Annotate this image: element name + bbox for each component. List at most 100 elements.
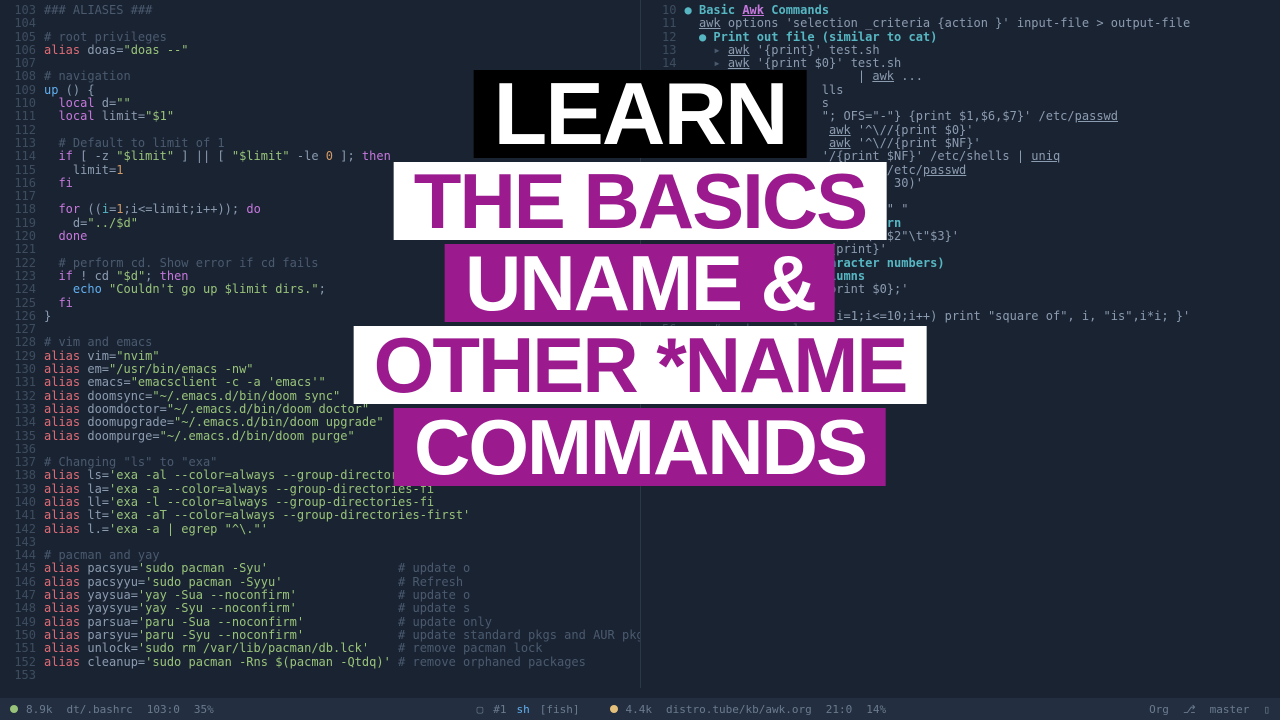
- code-content: ● Basic Awk Commands: [685, 4, 1273, 17]
- code-line[interactable]: 153: [8, 669, 632, 682]
- shell-indicator: [fish]: [540, 703, 580, 716]
- line-number: 11: [649, 17, 677, 30]
- line-number: 104: [8, 17, 36, 30]
- code-content: [44, 669, 632, 682]
- line-number: 123: [8, 270, 36, 283]
- code-line[interactable]: 11 awk options 'selection _criteria {act…: [649, 17, 1273, 30]
- file-size-right: 4.4k: [626, 703, 653, 716]
- code-line[interactable]: 104: [8, 17, 632, 30]
- code-content: # root privileges: [44, 31, 632, 44]
- line-number: 132: [8, 390, 36, 403]
- line-number: 144: [8, 549, 36, 562]
- line-number: 143: [8, 536, 36, 549]
- cursor-pos-left: 103:0: [147, 703, 180, 716]
- line-number: 116: [8, 177, 36, 190]
- file-path-left: dt/.bashrc: [67, 703, 133, 716]
- line-number: 127: [8, 323, 36, 336]
- line-number: 103: [8, 4, 36, 17]
- code-line[interactable]: 145alias pacsyu='sudo pacman -Syu' # upd…: [8, 562, 632, 575]
- line-number: 129: [8, 350, 36, 363]
- code-content: awk options 'selection _criteria {action…: [685, 17, 1273, 30]
- line-number: 108: [8, 70, 36, 83]
- code-content: ● Print out file (similar to cat): [685, 31, 1273, 44]
- folder-num: #1: [493, 703, 506, 716]
- code-line[interactable]: 12 ● Print out file (similar to cat): [649, 31, 1273, 44]
- code-line[interactable]: 106alias doas="doas --": [8, 44, 632, 57]
- line-number: 109: [8, 84, 36, 97]
- line-number: 118: [8, 203, 36, 216]
- code-line[interactable]: 147 alias yaysua='yay -Sua --noconfirm' #…: [8, 589, 632, 602]
- code-content: [44, 17, 632, 30]
- line-number: 135: [8, 430, 36, 443]
- line-number: 138: [8, 469, 36, 482]
- code-content: alias yaysyu='yay -Syu --noconfirm' # up…: [44, 602, 632, 615]
- line-number: 149: [8, 616, 36, 629]
- status-indicator-left: [10, 705, 18, 713]
- folder-icon: ▢: [477, 703, 484, 716]
- line-number: 139: [8, 483, 36, 496]
- line-number: 130: [8, 363, 36, 376]
- line-number: 13: [649, 44, 677, 57]
- code-line[interactable]: 141alias lt='exa -aT --color=always --gr…: [8, 509, 632, 522]
- code-line[interactable]: 143: [8, 536, 632, 549]
- line-number: 148: [8, 602, 36, 615]
- code-line[interactable]: 140 alias ll='exa -l --color=always --gro…: [8, 496, 632, 509]
- overlay-line-5: COMMANDS: [394, 408, 886, 486]
- line-number: 126: [8, 310, 36, 323]
- code-line[interactable]: 152alias cleanup='sudo pacman -Rns $(pac…: [8, 656, 632, 669]
- line-number: 133: [8, 403, 36, 416]
- code-line[interactable]: 151alias unlock='sudo rm /var/lib/pacman…: [8, 642, 632, 655]
- line-number: 119: [8, 217, 36, 230]
- code-line[interactable]: 13 ▸ awk '{print}' test.sh: [649, 44, 1273, 57]
- code-content: alias parsua='paru -Sua --noconfirm' # u…: [44, 616, 632, 629]
- code-line[interactable]: 105 # root privileges: [8, 31, 632, 44]
- code-content: ### ALIASES ###: [44, 4, 632, 17]
- bookmark-icon: ▯: [1263, 703, 1270, 716]
- code-content: alias parsyu='paru -Syu --noconfirm' # u…: [44, 629, 641, 642]
- line-number: 137: [8, 456, 36, 469]
- line-number: 153: [8, 669, 36, 682]
- code-content: alias ll='exa -l --color=always --group-…: [44, 496, 632, 509]
- code-line[interactable]: 142alias l.='exa -a | egrep "^\."': [8, 523, 632, 536]
- line-number: 105: [8, 31, 36, 44]
- line-number: 115: [8, 164, 36, 177]
- code-line[interactable]: 103 ### ALIASES ###: [8, 4, 632, 17]
- line-number: 10: [649, 4, 677, 17]
- line-number: 141: [8, 509, 36, 522]
- line-number: 117: [8, 190, 36, 203]
- code-line[interactable]: 10 ● Basic Awk Commands: [649, 4, 1273, 17]
- line-number: 136: [8, 443, 36, 456]
- line-number: 125: [8, 297, 36, 310]
- code-content: alias cleanup='sudo pacman -Rns $(pacman…: [44, 656, 632, 669]
- code-line[interactable]: 148 alias yaysyu='yay -Syu --noconfirm' #…: [8, 602, 632, 615]
- overlay-line-2: THE BASICS: [394, 162, 886, 240]
- scroll-pct-right: 14%: [866, 703, 886, 716]
- title-overlay: LEARN THE BASICS UNAME & OTHER *NAME COM…: [354, 70, 927, 486]
- code-line[interactable]: 144 # pacman and yay: [8, 549, 632, 562]
- line-number: 150: [8, 629, 36, 642]
- code-content: alias pacsyyu='sudo pacman -Syyu' # Refr…: [44, 576, 632, 589]
- branch-icon: ⎇: [1183, 703, 1196, 716]
- branch-name: master: [1210, 703, 1250, 716]
- file-path-right: distro.tube/kb/awk.org: [666, 703, 812, 716]
- code-content: # pacman and yay: [44, 549, 632, 562]
- cursor-pos-right: 21:0: [826, 703, 853, 716]
- statusbar: 8.9k dt/.bashrc 103:0 35% ▢ #1 sh [fish]…: [0, 698, 1280, 720]
- line-number: 140: [8, 496, 36, 509]
- line-number: 147: [8, 589, 36, 602]
- line-number: 121: [8, 243, 36, 256]
- line-number: 111: [8, 110, 36, 123]
- line-number: 106: [8, 44, 36, 57]
- code-line[interactable]: 150alias parsyu='paru -Syu --noconfirm' …: [8, 629, 632, 642]
- code-line[interactable]: 146 alias pacsyyu='sudo pacman -Syyu' # R…: [8, 576, 632, 589]
- line-number: 110: [8, 97, 36, 110]
- code-content: alias unlock='sudo rm /var/lib/pacman/db…: [44, 642, 632, 655]
- code-line[interactable]: 149 alias parsua='paru -Sua --noconfirm' …: [8, 616, 632, 629]
- code-content: alias yaysua='yay -Sua --noconfirm' # up…: [44, 589, 632, 602]
- line-number: 114: [8, 150, 36, 163]
- lang-indicator: sh: [517, 703, 530, 716]
- line-number: 113: [8, 137, 36, 150]
- line-number: 107: [8, 57, 36, 70]
- line-number: 145: [8, 562, 36, 575]
- line-number: 146: [8, 576, 36, 589]
